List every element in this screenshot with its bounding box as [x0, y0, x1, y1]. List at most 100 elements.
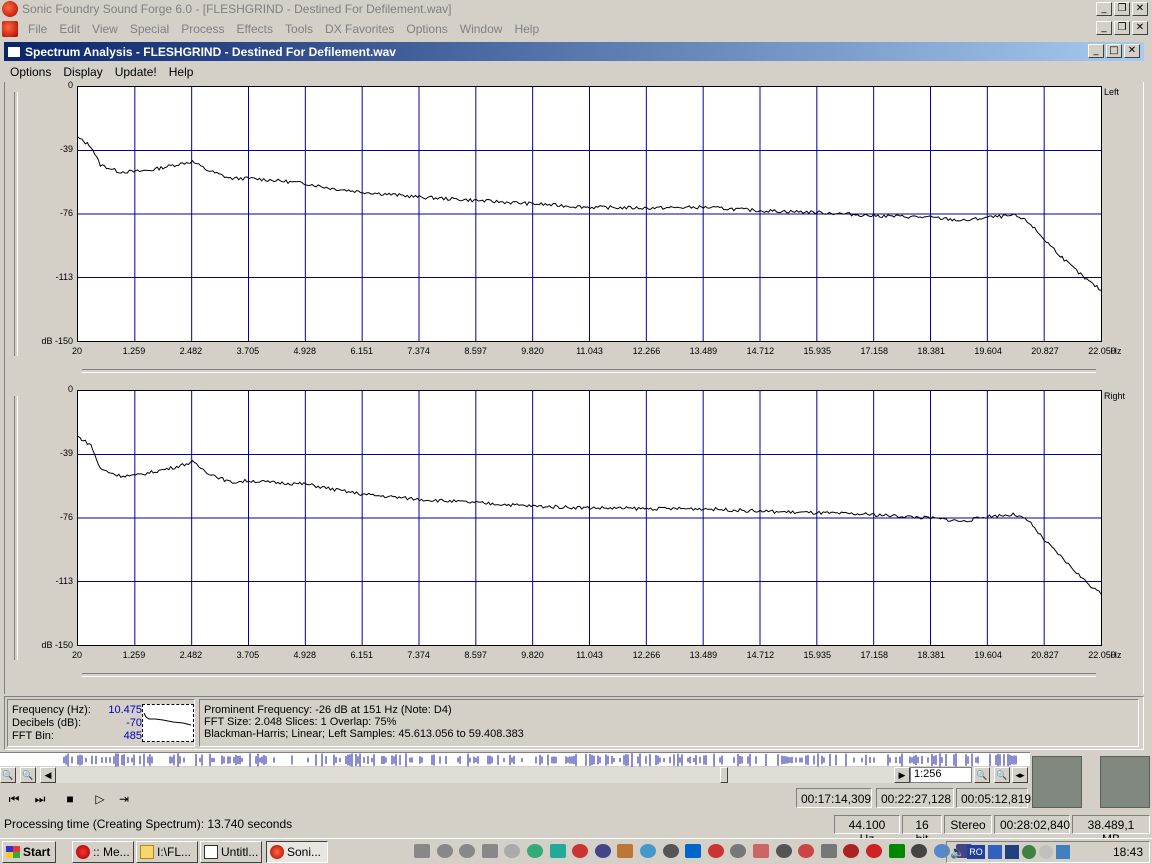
quick-launch-icon[interactable]: [911, 844, 928, 858]
media-icon: [76, 845, 90, 859]
right-spectrum-plot[interactable]: [77, 390, 1102, 646]
quick-launch-icon[interactable]: [549, 844, 566, 858]
start-button[interactable]: Start: [2, 841, 56, 863]
spectrum-menu-help[interactable]: Help: [163, 65, 200, 79]
task-sound-forge[interactable]: Soni...: [266, 841, 328, 863]
x-tick-label: 13.489: [689, 650, 718, 660]
x-tick-label: 20.827: [1031, 650, 1059, 660]
menu-file[interactable]: File: [22, 22, 53, 36]
menu-process[interactable]: Process: [175, 22, 230, 36]
x-tick-label: 1.259: [122, 650, 146, 660]
quick-launch-icon[interactable]: [617, 844, 634, 858]
spectrum-menu-options[interactable]: Options: [4, 65, 57, 79]
task-untitled[interactable]: Untitl...: [200, 841, 262, 863]
menu-dx-favorites[interactable]: DX Favorites: [319, 22, 400, 36]
app-minimize-button[interactable]: _: [1096, 2, 1112, 16]
language-indicator[interactable]: RO: [967, 845, 985, 859]
spectrum-close-button[interactable]: ✕: [1124, 44, 1140, 58]
x-tick-label: 3.705: [236, 346, 260, 356]
fft-bin-value: 485: [123, 730, 142, 742]
timeline-scrollbar[interactable]: 🔍 🔍 ◀ ▶ 1:256 🔍 🔍 ◂▸: [0, 767, 1030, 783]
quick-launch-icon[interactable]: [866, 844, 882, 858]
status-channels[interactable]: Stereo: [944, 815, 992, 834]
task-sound-forge-label: Soni...: [287, 845, 322, 859]
zoom-out-time-icon[interactable]: 🔍: [994, 767, 1010, 783]
task-folder-label: I:\FL...: [157, 845, 192, 859]
waveform-overview[interactable]: [0, 752, 1030, 767]
quick-launch-icon[interactable]: [504, 844, 521, 858]
document-icon[interactable]: [2, 20, 18, 37]
play-icon[interactable]: ▷: [90, 790, 110, 808]
zoom-in-time-icon[interactable]: 🔍: [974, 767, 990, 783]
tray-app-2-icon[interactable]: [1005, 845, 1019, 859]
left-plot-scrollbar[interactable]: [82, 369, 1096, 373]
play-looped-icon[interactable]: ⇥: [114, 790, 134, 808]
quick-launch-icon[interactable]: [707, 844, 724, 858]
quick-launch-icon[interactable]: [843, 844, 860, 858]
left-level-bar[interactable]: [14, 92, 18, 356]
tray-app-5-icon[interactable]: [1056, 845, 1070, 859]
quick-launch-icon[interactable]: [685, 844, 702, 858]
tray-app-1-icon[interactable]: [988, 845, 1002, 859]
quick-launch-icon[interactable]: [436, 844, 453, 858]
doc-restore-button[interactable]: ❐: [1114, 21, 1130, 35]
menu-help[interactable]: Help: [508, 22, 545, 36]
quick-launch-icon[interactable]: [481, 844, 498, 858]
quick-launch-icon[interactable]: [640, 844, 656, 858]
spectrum-maximize-button[interactable]: □: [1106, 44, 1122, 58]
app-close-button[interactable]: ✕: [1132, 2, 1148, 16]
task-folder[interactable]: I:\FL...: [136, 841, 198, 863]
left-spectrum-plot[interactable]: [77, 86, 1102, 342]
tray-app-4-icon[interactable]: [1039, 845, 1053, 859]
quick-launch-icon[interactable]: [730, 844, 747, 858]
quick-launch-icon[interactable]: [527, 844, 543, 858]
doc-minimize-button[interactable]: _: [1096, 21, 1112, 35]
quick-launch-icon[interactable]: [820, 844, 837, 858]
y-tick-label: 0: [67, 384, 73, 394]
menu-special[interactable]: Special: [124, 22, 175, 36]
zoom-out-icon[interactable]: 🔍: [0, 767, 16, 783]
scroll-left-button[interactable]: ◀: [40, 767, 56, 783]
stop-icon[interactable]: ■: [60, 790, 80, 808]
notepad-icon: [204, 845, 218, 859]
quick-launch-icon[interactable]: [572, 844, 589, 858]
quick-launch-icon[interactable]: [459, 844, 476, 858]
menu-view[interactable]: View: [86, 22, 124, 36]
go-to-end-icon[interactable]: ⏭: [30, 790, 50, 808]
spectrum-menu-update[interactable]: Update!: [109, 65, 163, 79]
x-tick-label: 14.712: [746, 346, 775, 356]
status-sample-rate[interactable]: 44.100 Hz: [834, 815, 900, 846]
menu-window[interactable]: Window: [454, 22, 509, 36]
task-media-label: :: Me...: [93, 845, 130, 859]
quick-launch-icon[interactable]: [888, 844, 905, 858]
status-bit-depth[interactable]: 16 bit: [902, 815, 942, 846]
quick-launch-icon[interactable]: [414, 844, 430, 858]
task-media-player[interactable]: :: Me...: [72, 841, 134, 863]
zoom-ratio-field[interactable]: 1:256: [910, 767, 972, 783]
spectrum-menu-display[interactable]: Display: [57, 65, 108, 79]
tray-app-3-icon[interactable]: [1022, 845, 1036, 859]
menu-tools[interactable]: Tools: [279, 22, 319, 36]
x-tick-label: 17.158: [860, 650, 888, 660]
right-plot-scrollbar[interactable]: [82, 673, 1096, 677]
quick-launch-icon[interactable]: [594, 844, 611, 858]
menu-options[interactable]: Options: [400, 22, 453, 36]
clock[interactable]: 18:43: [1113, 845, 1143, 859]
volume-icon[interactable]: 🔈: [950, 845, 965, 859]
right-level-bar[interactable]: [14, 396, 18, 660]
spectrum-minimize-button[interactable]: _: [1088, 44, 1104, 58]
scroll-thumb[interactable]: [720, 767, 728, 783]
scroll-both-button[interactable]: ◂▸: [1012, 767, 1028, 783]
spectrum-info-panel: Frequency (Hz): 10.475 Decibels (dB): -70 …: [4, 696, 1144, 750]
scroll-right-button[interactable]: ▶: [894, 767, 910, 783]
zoom-in-icon[interactable]: 🔍: [20, 767, 36, 783]
doc-close-button[interactable]: ✕: [1132, 21, 1148, 35]
go-to-start-icon[interactable]: ⏮: [4, 790, 24, 808]
quick-launch-icon[interactable]: [753, 844, 769, 858]
quick-launch-icon[interactable]: [775, 844, 792, 858]
menu-effects[interactable]: Effects: [231, 22, 279, 36]
quick-launch-icon[interactable]: [798, 844, 815, 858]
quick-launch-icon[interactable]: [662, 844, 679, 858]
app-restore-button[interactable]: ❐: [1114, 2, 1130, 16]
menu-edit[interactable]: Edit: [53, 22, 86, 36]
